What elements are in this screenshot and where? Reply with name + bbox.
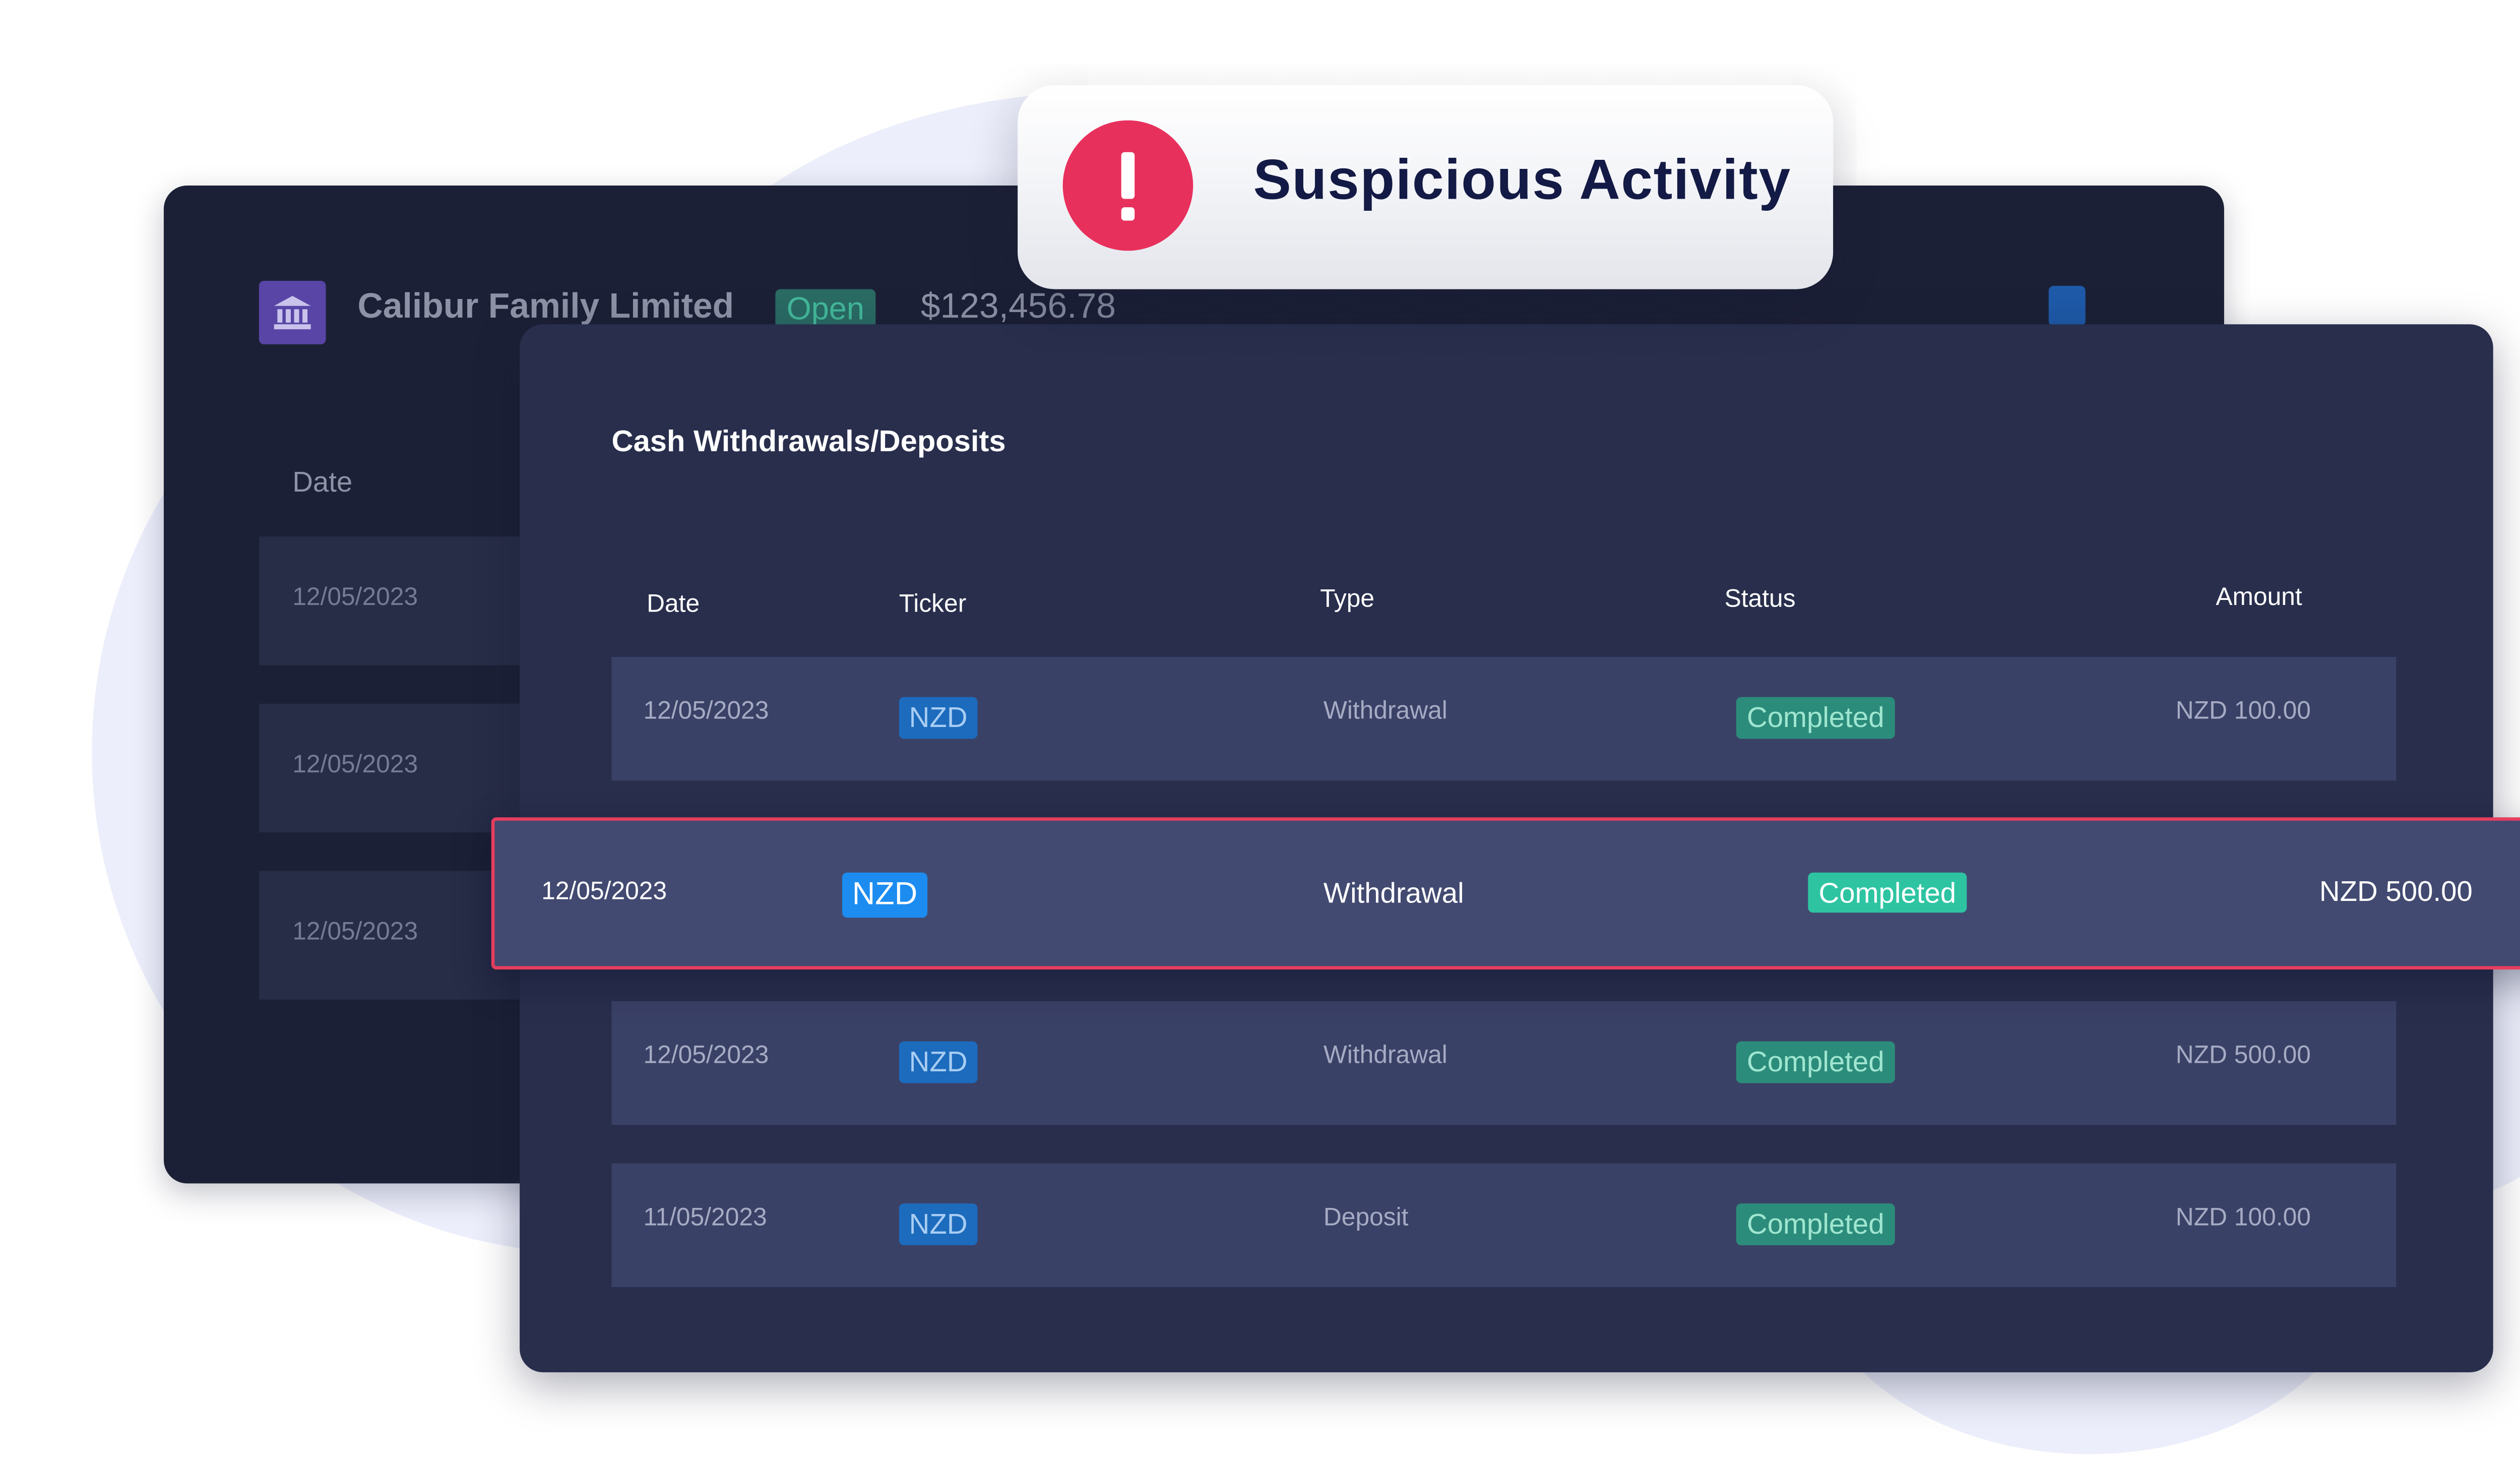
status-badge: Open xyxy=(775,289,876,330)
alert-title: Suspicious Activity xyxy=(1253,149,1791,213)
row-date: 12/05/2023 xyxy=(292,583,418,612)
action-button[interactable] xyxy=(2048,285,2086,326)
ticker-badge: NZD xyxy=(899,697,978,739)
row-date: 12/05/2023 xyxy=(292,750,418,779)
row-type: Withdrawal xyxy=(1323,877,1464,909)
row-type: Withdrawal xyxy=(1323,1041,1447,1070)
row-amount: NZD 500.00 xyxy=(2175,1041,2311,1070)
row-date: 11/05/2023 xyxy=(643,1203,767,1232)
row-type: Deposit xyxy=(1323,1203,1409,1232)
ticker-badge: NZD xyxy=(842,872,928,918)
status-badge: Completed xyxy=(1736,1203,1895,1246)
date-column-header: Date xyxy=(647,590,700,619)
account-name: Calibur Family Limited xyxy=(357,287,734,326)
bank-icon xyxy=(259,281,326,344)
suspicious-transaction-row[interactable]: 12/05/2023 NZD Withdrawal Completed NZD … xyxy=(491,817,2520,969)
table-row[interactable]: 12/05/2023 xyxy=(259,703,543,833)
status-column-header: Status xyxy=(1724,585,1796,614)
status-badge: Completed xyxy=(1808,872,1967,913)
date-column-header: Date xyxy=(292,466,353,499)
type-column-header: Type xyxy=(1320,585,1375,614)
ticker-badge: NZD xyxy=(899,1203,978,1246)
exclamation-icon xyxy=(1062,120,1193,251)
row-amount: NZD 100.00 xyxy=(2175,697,2311,725)
status-badge: Completed xyxy=(1736,1041,1895,1083)
status-badge: Completed xyxy=(1736,697,1895,739)
row-date: 12/05/2023 xyxy=(643,1041,769,1070)
row-date: 12/05/2023 xyxy=(541,877,667,906)
table-row[interactable]: 12/05/2023 NZD Withdrawal Completed NZD … xyxy=(611,656,2397,781)
illustration-stage: Calibur Family Limited Open $123,456.78 … xyxy=(0,0,2520,1457)
row-date: 12/05/2023 xyxy=(643,697,769,725)
row-date: 12/05/2023 xyxy=(292,918,418,946)
row-amount: NZD 500.00 xyxy=(2319,876,2473,908)
ticker-column-header: Ticker xyxy=(899,590,967,619)
amount-column-header: Amount xyxy=(2216,583,2302,612)
panel-title: Cash Withdrawals/Deposits xyxy=(611,424,1006,458)
table-row[interactable]: 12/05/2023 NZD Withdrawal Completed NZD … xyxy=(611,1001,2397,1125)
table-row[interactable]: 12/05/2023 xyxy=(259,536,543,665)
ticker-badge: NZD xyxy=(899,1041,978,1083)
table-row[interactable]: 11/05/2023 NZD Deposit Completed NZD 100… xyxy=(611,1163,2397,1287)
account-balance: $123,456.78 xyxy=(920,287,1116,326)
row-type: Withdrawal xyxy=(1323,697,1447,725)
row-amount: NZD 100.00 xyxy=(2175,1203,2311,1232)
suspicious-activity-alert: Suspicious Activity xyxy=(1018,85,1834,289)
